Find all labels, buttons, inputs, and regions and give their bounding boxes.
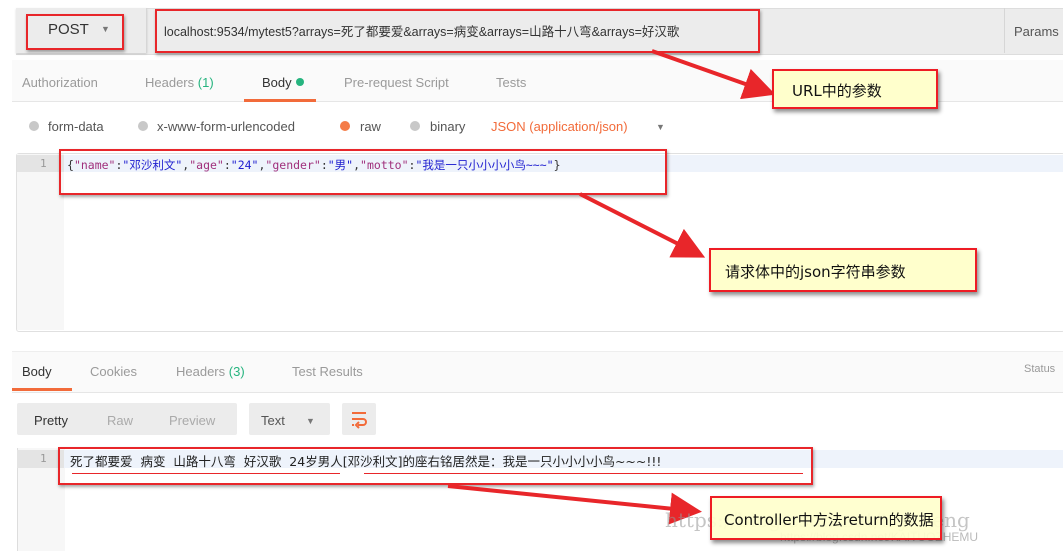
response-data-callout: Controller中方法return的数据 — [710, 496, 942, 540]
callout-text: Controller中方法return的数据 — [724, 511, 934, 529]
arrow-url — [651, 49, 776, 100]
callout-text: 请求体中的json字符串参数 — [725, 263, 906, 281]
url-params-callout: URL中的参数 — [772, 69, 938, 109]
body-params-callout: 请求体中的json字符串参数 — [709, 248, 977, 292]
callout-text: URL中的参数 — [792, 82, 882, 100]
arrow-body — [579, 192, 706, 258]
arrow-response — [447, 484, 702, 525]
